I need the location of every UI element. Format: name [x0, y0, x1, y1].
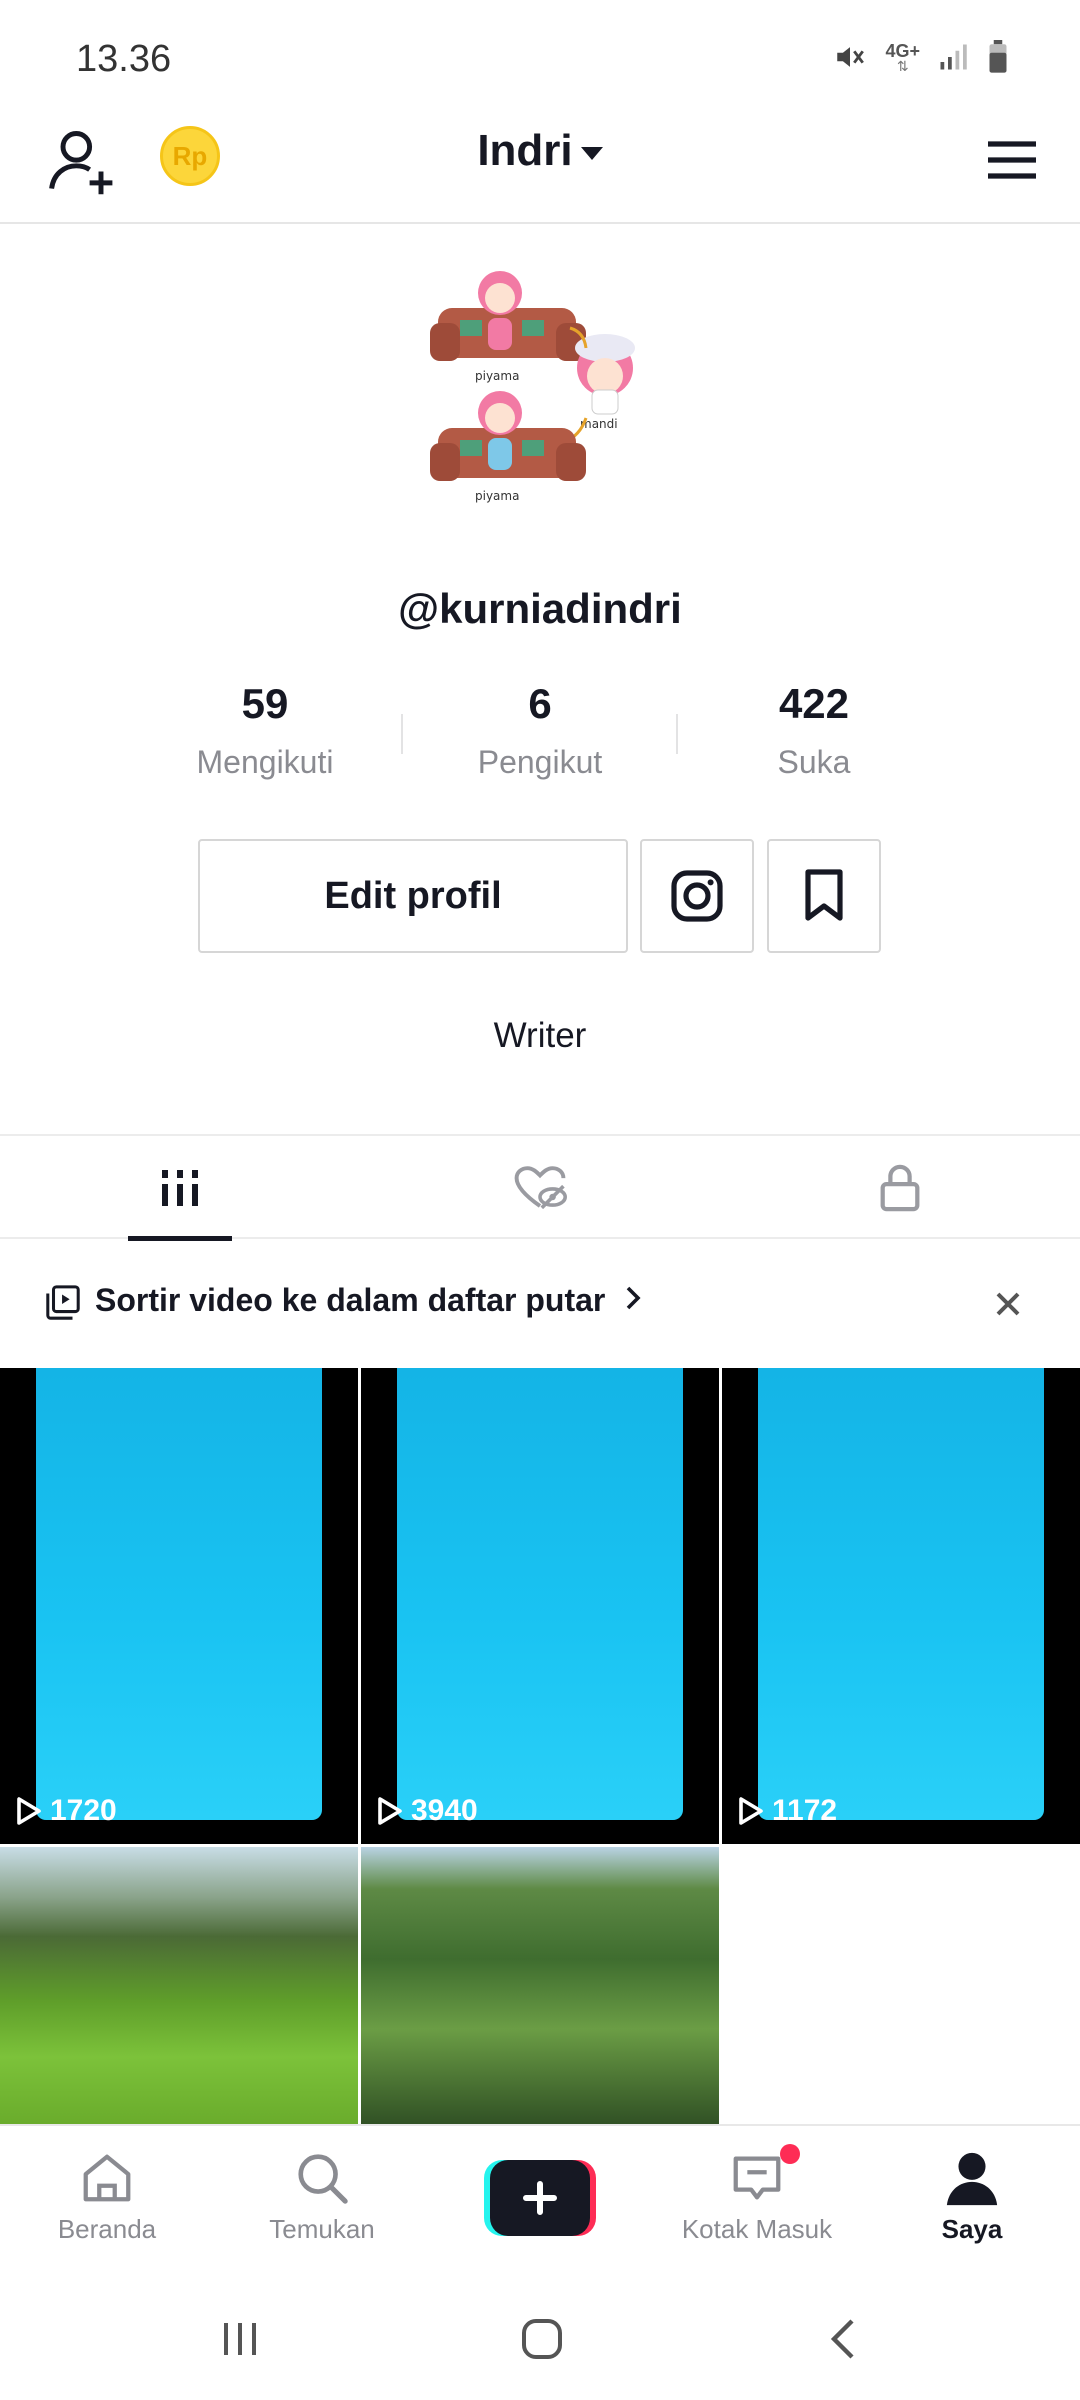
view-count: 3940 [377, 1794, 478, 1828]
view-count-value: 1172 [772, 1794, 838, 1827]
view-count: 1720 [16, 1794, 117, 1828]
chevron-down-icon [580, 146, 603, 160]
profile-bio: Writer [493, 1016, 587, 1055]
profile-tabs [0, 1134, 1080, 1241]
stat-label: Pengikut [477, 744, 603, 780]
stat-label: Suka [777, 744, 851, 780]
nav-label: Beranda [57, 2214, 157, 2244]
liked-hidden-icon [514, 1165, 567, 1209]
view-count: 1172 [738, 1794, 837, 1828]
stat-value: 6 [528, 680, 552, 727]
lock-icon [880, 1164, 920, 1211]
tab-videos[interactable] [0, 1136, 360, 1241]
instagram-button[interactable] [640, 839, 754, 953]
menu-button[interactable] [982, 130, 1042, 190]
stat-followers[interactable]: 6 Pengikut [440, 680, 640, 781]
playlist-banner-label: Sortir video ke dalam daftar putar [95, 1282, 606, 1318]
recent-apps-icon [224, 2323, 256, 2355]
create-icon [484, 2160, 596, 2236]
stat-value: 59 [241, 680, 289, 727]
mute-icon [837, 47, 865, 67]
notification-badge [780, 2144, 800, 2164]
avatar-illustration: piyama mandi piyama [430, 271, 635, 503]
home-icon [83, 2154, 131, 2202]
recent-apps-button[interactable] [200, 2304, 280, 2374]
close-banner-button[interactable] [988, 1284, 1028, 1324]
profile-handle: @kurniadindri [398, 585, 682, 632]
account-name: Indri [477, 126, 573, 175]
profile-stats: 59 Mengikuti 6 Pengikut 422 Suka [0, 680, 1080, 790]
instagram-icon [671, 870, 723, 922]
stat-label: Mengikuti [196, 744, 334, 780]
account-switcher[interactable]: Indri [0, 126, 1080, 176]
search-icon [298, 2154, 348, 2204]
nav-discover[interactable]: Temukan [222, 2146, 422, 2245]
profile-avatar[interactable]: piyama mandi piyama [430, 268, 650, 518]
bottom-navigation: Beranda Temukan Kotak Masuk Saya [0, 2124, 1080, 2274]
tab-liked[interactable] [360, 1136, 720, 1239]
status-icons: 4G+ ⇅ [833, 40, 1010, 74]
video-thumbnail[interactable]: 1720 [0, 1368, 358, 1844]
tab-private[interactable] [720, 1136, 1080, 1239]
playlist-banner-text: Sortir video ke dalam daftar putar [95, 1282, 642, 1319]
nav-profile[interactable]: Saya [872, 2146, 1072, 2245]
create-button[interactable] [484, 2160, 596, 2236]
system-navigation-bar [0, 2274, 1080, 2400]
signal-icon [940, 44, 967, 70]
video-thumbnail[interactable]: 3940 [361, 1368, 719, 1844]
view-count-value: 3940 [411, 1794, 478, 1827]
nav-label: Temukan [269, 2214, 375, 2244]
edit-profile-button[interactable]: Edit profil [198, 839, 628, 953]
profile-icon [946, 2152, 998, 2206]
video-thumbnail[interactable]: 1172 [722, 1368, 1080, 1844]
video-preview [397, 1368, 683, 1820]
battery-icon [989, 40, 1007, 73]
play-icon [17, 1797, 41, 1825]
play-icon [378, 1797, 402, 1825]
inbox-icon [733, 2156, 781, 2200]
view-count-value: 1720 [50, 1794, 117, 1827]
svg-text:piyama: piyama [475, 489, 519, 503]
stat-following[interactable]: 59 Mengikuti [165, 680, 365, 781]
stat-divider [401, 714, 403, 754]
home-button[interactable] [502, 2304, 582, 2374]
bookmark-icon [805, 869, 843, 921]
nav-home[interactable]: Beranda [7, 2146, 207, 2245]
nav-label: Saya [941, 2214, 1003, 2244]
back-button[interactable] [804, 2304, 884, 2374]
close-icon [996, 1292, 1020, 1316]
profile-header: Rp Indri [0, 110, 1080, 224]
home-circle-icon [522, 2319, 562, 2359]
video-thumbnail[interactable] [361, 1847, 719, 2124]
video-preview [36, 1368, 322, 1820]
playlist-icon [46, 1285, 80, 1320]
back-icon [830, 2319, 854, 2359]
network-type-icon: 4G+ ⇅ [885, 41, 920, 74]
chevron-right-icon [624, 1282, 642, 1319]
favorites-button[interactable] [767, 839, 881, 953]
nav-inbox[interactable]: Kotak Masuk [657, 2146, 857, 2245]
video-preview [758, 1368, 1044, 1820]
status-bar: 13.36 4G+ ⇅ [0, 0, 1080, 110]
grid-icon [162, 1169, 198, 1206]
nav-label: Kotak Masuk [681, 2214, 833, 2244]
stat-value: 422 [778, 680, 850, 727]
stat-divider [676, 714, 678, 754]
playlist-banner[interactable]: Sortir video ke dalam daftar putar [0, 1240, 1080, 1368]
video-grid: 1720 3940 1172 [0, 1368, 1080, 2124]
hamburger-menu-icon [988, 141, 1036, 179]
svg-text:piyama: piyama [475, 369, 519, 383]
status-time: 13.36 [76, 38, 172, 80]
video-thumbnail[interactable] [0, 1847, 358, 2124]
play-icon [739, 1797, 763, 1825]
stat-likes[interactable]: 422 Suka [714, 680, 914, 781]
